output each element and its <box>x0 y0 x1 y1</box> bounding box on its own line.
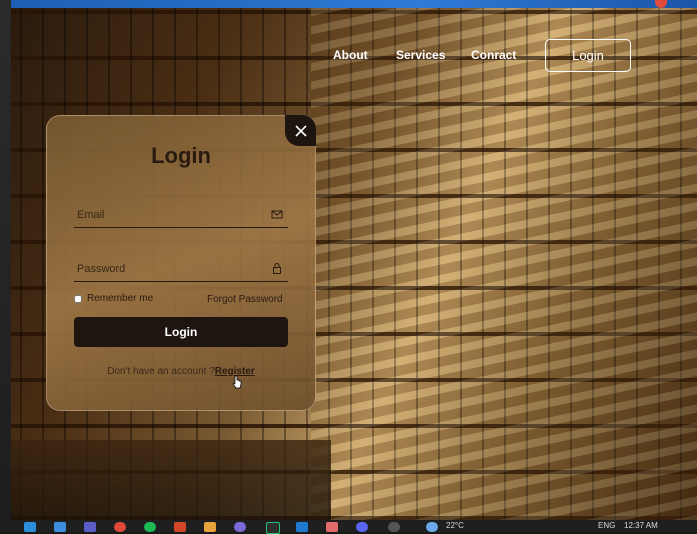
close-modal-button[interactable] <box>285 115 316 146</box>
modal-title: Login <box>151 143 211 168</box>
remember-checkbox[interactable] <box>74 294 82 303</box>
edge-icon[interactable] <box>24 522 36 532</box>
forgot-password-link[interactable]: Forgot Password <box>207 294 283 305</box>
lock-icon <box>273 263 281 274</box>
temperature: 22°C <box>446 521 464 530</box>
nav-contact[interactable]: Conract <box>471 48 516 68</box>
login-submit-button[interactable]: Login <box>74 317 288 347</box>
office-icon[interactable] <box>174 522 186 532</box>
chrome-icon[interactable] <box>114 522 126 532</box>
no-account-text: Don't have an account ? <box>107 366 215 377</box>
weather-icon[interactable] <box>426 522 438 532</box>
remember-me[interactable]: Remember me <box>74 293 153 304</box>
explorer-icon[interactable] <box>54 522 66 532</box>
email-field[interactable] <box>74 204 267 226</box>
password-field-wrapper <box>74 257 288 282</box>
intellij-icon[interactable] <box>266 522 280 534</box>
app-icon[interactable] <box>234 522 246 532</box>
vscode-icon[interactable] <box>296 522 308 532</box>
teams-icon[interactable] <box>84 522 96 532</box>
mail-icon <box>271 210 283 219</box>
mouse-cursor-icon <box>232 375 242 389</box>
photos-icon[interactable] <box>326 522 338 532</box>
bookshelf-area <box>311 8 697 520</box>
nav-about[interactable]: About <box>333 48 368 68</box>
discord-icon[interactable] <box>356 522 368 532</box>
spotify-icon[interactable] <box>144 522 156 532</box>
email-field-wrapper <box>74 203 288 228</box>
library-floor <box>11 440 331 520</box>
nav-services[interactable]: Services <box>396 48 445 68</box>
clock-widget-icon[interactable] <box>388 522 400 532</box>
files-icon[interactable] <box>204 522 216 532</box>
language-indicator[interactable]: ENG <box>598 521 615 530</box>
browser-top-bar <box>11 0 697 8</box>
register-prompt: Don't have an account ?Register <box>46 366 316 377</box>
close-window-icon[interactable] <box>655 0 667 8</box>
windows-taskbar: 22°C ENG 12:37 AM <box>0 520 697 534</box>
password-field[interactable] <box>74 258 267 280</box>
nav-login-button[interactable]: Login <box>545 39 631 72</box>
close-icon <box>294 124 307 137</box>
clock[interactable]: 12:37 AM <box>624 521 658 530</box>
remember-label: Remember me <box>87 293 154 304</box>
